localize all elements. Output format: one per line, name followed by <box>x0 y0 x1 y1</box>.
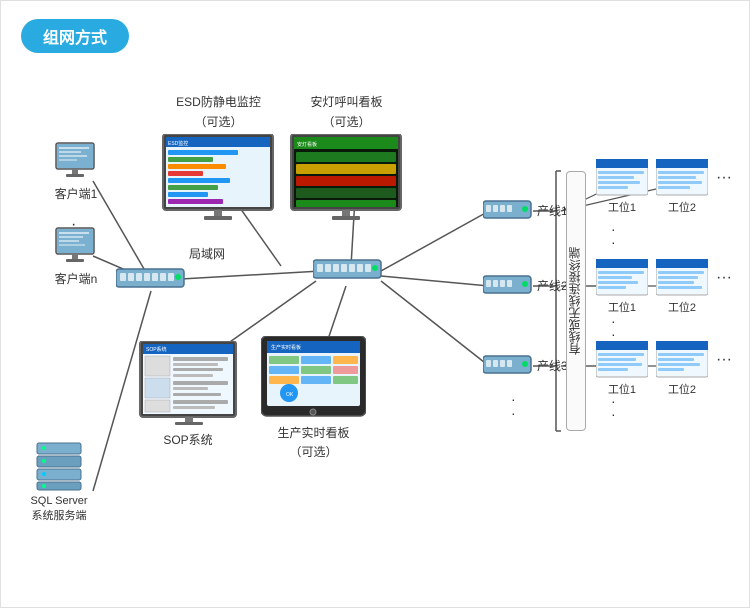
ws-row1-dots: ··· <box>716 159 732 187</box>
ws1-row1-thumb <box>596 159 648 197</box>
client1-box: 客户端1 <box>51 141 101 202</box>
prodline2-label: 产线2 <box>537 277 568 294</box>
prodline3-router-icon <box>483 354 533 376</box>
ws2-row2: 工位2 <box>656 259 708 315</box>
ws1-row2-thumb <box>596 259 648 297</box>
ws1-row3-thumb <box>596 341 648 379</box>
central-router-icon <box>313 258 383 282</box>
sql-server-box: SQL Server系统服务端 <box>29 441 89 525</box>
ws-row2: 工位1 工位2 ··· <box>596 259 732 315</box>
svg-text:生产实时看板: 生产实时看板 <box>271 344 301 351</box>
page-container: 组网方式 <box>0 0 750 608</box>
ws1-row1-label: 工位1 <box>608 199 636 215</box>
connection-label: 有线或无线连接终端 <box>566 247 585 355</box>
ws-row3-below-dots2: · <box>611 406 616 422</box>
sop-screen-icon: SOP系统 <box>138 341 238 427</box>
prod-board-subtitle: （可选） <box>289 443 337 460</box>
ws2-row1: 工位2 <box>656 159 708 215</box>
clientn-label: 客户端n <box>55 270 98 287</box>
ws2-row2-label: 工位2 <box>668 299 696 315</box>
client1-monitor-icon <box>51 141 101 183</box>
andon-subtitle: （可选） <box>322 113 370 130</box>
ws-row1-below-dots2: · <box>611 234 616 250</box>
ws-row2-dots: ··· <box>716 259 732 287</box>
ws2-row2-thumb <box>656 259 708 297</box>
prodline1-label: 产线1 <box>537 202 568 219</box>
esd-monitor-box: ESD防静电监控 （可选） ESD监控 <box>161 93 276 222</box>
andon-screen-icon: 安灯看板 <box>289 134 404 222</box>
server-icon <box>29 441 89 491</box>
svg-text:ESD监控: ESD监控 <box>168 140 188 147</box>
esd-screen-icon: ESD监控 <box>161 134 276 222</box>
prodline3-label: 产线3 <box>537 357 568 374</box>
prodline2-row: 产线2 <box>483 274 568 296</box>
esd-title: ESD防静电监控 <box>176 93 261 110</box>
clientn-monitor-icon <box>51 226 101 268</box>
prod-board-box: 生产实时看板 OK 生产实时看板 （可选） <box>261 336 366 460</box>
ws2-row1-label: 工位2 <box>668 199 696 215</box>
sop-label: SOP系统 <box>163 431 212 448</box>
clientn-box: 客户端n <box>51 226 101 287</box>
ws2-row1-thumb <box>656 159 708 197</box>
title-badge: 组网方式 <box>21 19 129 53</box>
prodline-dots2: · <box>511 405 516 421</box>
switch-icon <box>116 267 186 291</box>
ws-row3: 工位1 工位2 ··· <box>596 341 732 397</box>
svg-text:安灯看板: 安灯看板 <box>297 141 317 148</box>
svg-text:OK: OK <box>286 392 294 398</box>
esd-subtitle: （可选） <box>194 113 242 130</box>
svg-text:SOP系统: SOP系统 <box>146 346 167 353</box>
ws1-row1: 工位1 <box>596 159 648 215</box>
prodline2-router-icon <box>483 274 533 296</box>
ws2-row3-thumb <box>656 341 708 379</box>
server-label: SQL Server系统服务端 <box>30 494 87 525</box>
ws1-row2: 工位1 <box>596 259 648 315</box>
prod-tablet-icon: 生产实时看板 OK <box>261 336 366 422</box>
ws1-row3: 工位1 <box>596 341 648 397</box>
prodline1-row: 产线1 <box>483 199 568 221</box>
ws2-row3: 工位2 <box>656 341 708 397</box>
prodline3-row: 产线3 <box>483 354 568 376</box>
ws-row3-dots: ··· <box>716 341 732 369</box>
connection-label-box: 有线或无线连接终端 <box>566 171 586 431</box>
central-router-box <box>313 258 383 282</box>
ws-row2-below-dots2: · <box>611 326 616 342</box>
andon-monitor-box: 安灯呼叫看板 （可选） 安灯看板 <box>289 93 404 222</box>
prod-board-label: 生产实时看板 <box>277 424 349 441</box>
andon-title: 安灯呼叫看板 <box>310 93 382 110</box>
ws2-row3-label: 工位2 <box>668 381 696 397</box>
client1-label: 客户端1 <box>55 185 98 202</box>
prodline1-router-icon <box>483 199 533 221</box>
diagram: 客户端1 · · 客户端n <box>21 71 731 601</box>
switch-box <box>116 267 186 291</box>
sop-system-box: SOP系统 SOP系统 <box>138 341 238 448</box>
ws-row1: 工位1 工位2 ··· <box>596 159 732 215</box>
lan-label: 局域网 <box>189 246 225 263</box>
